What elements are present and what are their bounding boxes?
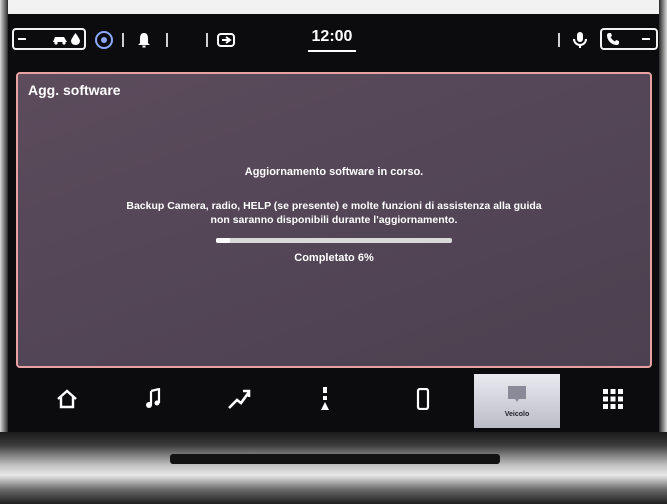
infotainment-screen: 12:00 Agg. software Aggiornamento softwa… — [10, 14, 658, 434]
status-divider — [166, 33, 168, 47]
software-update-dialog: Agg. software Aggiornamento software in … — [16, 72, 652, 368]
dialog-title: Agg. software — [28, 82, 121, 98]
nav-vehicle[interactable]: Veicolo — [474, 374, 560, 428]
nav-home[interactable] — [24, 374, 110, 428]
status-divider — [206, 33, 208, 47]
update-message-line-1: Backup Camera, radio, HELP (se presente)… — [126, 200, 542, 212]
microphone-icon[interactable] — [570, 30, 590, 50]
dashboard-trim — [0, 432, 667, 504]
update-progress-bar — [216, 238, 452, 243]
status-bar: 12:00 — [10, 14, 658, 66]
phone-status-pill[interactable] — [600, 28, 658, 50]
dashboard-vent — [170, 454, 500, 464]
pill-mark — [642, 38, 650, 40]
music-icon — [144, 387, 162, 415]
nav-navigation[interactable] — [196, 374, 282, 428]
clock: 12:00 — [311, 28, 353, 45]
phone-icon — [416, 387, 430, 415]
update-heading: Aggiornamento software in corso. — [244, 166, 424, 178]
navigation-icon — [227, 388, 251, 415]
driver-assist-icon[interactable] — [94, 30, 114, 50]
nav-audio[interactable] — [110, 374, 196, 428]
nav-apps[interactable] — [570, 374, 656, 428]
screen-bezel-left — [0, 0, 8, 440]
home-icon — [56, 388, 78, 414]
status-divider — [122, 33, 124, 47]
bottom-nav-bar: Veicolo — [10, 372, 658, 434]
screen-bezel-right — [659, 0, 667, 440]
climate-icon — [320, 386, 330, 417]
drop-icon — [71, 33, 80, 45]
status-divider — [558, 33, 560, 47]
clock-underline — [308, 50, 356, 52]
apps-grid-icon — [602, 388, 624, 415]
connectivity-icon[interactable] — [216, 30, 236, 50]
nav-phone[interactable] — [380, 374, 466, 428]
car-icon — [52, 33, 68, 45]
nav-climate[interactable] — [282, 374, 368, 428]
bell-icon[interactable] — [134, 30, 154, 50]
screen-bezel-top — [0, 0, 667, 14]
progress-label: Completato 6% — [294, 252, 374, 264]
pill-mark — [18, 38, 26, 40]
update-progress-fill — [216, 238, 231, 243]
vehicle-icon — [505, 384, 529, 409]
nav-vehicle-label: Veicolo — [504, 411, 530, 418]
phone-icon — [606, 32, 620, 46]
update-message-line-2: non saranno disponibili durante l'aggior… — [210, 214, 458, 226]
vehicle-status-pill[interactable] — [12, 28, 86, 50]
